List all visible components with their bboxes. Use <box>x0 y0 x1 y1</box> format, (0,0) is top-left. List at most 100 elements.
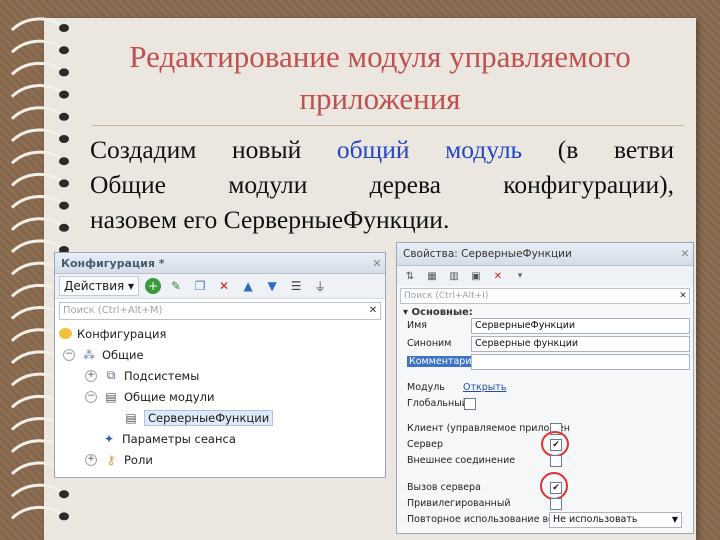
spiral-ring <box>10 195 63 209</box>
prop-label: Вызов сервера <box>407 481 481 493</box>
text-line: назовем его СерверныеФункции. <box>90 205 450 234</box>
actions-label: Действия <box>64 279 125 293</box>
sort-icon[interactable]: ☰ <box>287 277 305 295</box>
text-word: модули <box>228 170 308 199</box>
delete-icon[interactable]: ✕ <box>489 267 507 285</box>
collapse-icon[interactable]: − <box>85 390 97 403</box>
name-field[interactable]: СерверныеФункции <box>471 318 690 334</box>
copy-icon[interactable]: ❐ <box>191 277 209 295</box>
synonym-field[interactable]: Серверные функции <box>471 336 690 352</box>
tree-node-session-params[interactable]: ✦ Параметры сеанса <box>55 428 385 449</box>
move-up-icon[interactable]: ▲ <box>239 277 257 295</box>
tree-node-common-modules[interactable]: − ▤ Общие модули <box>55 386 385 407</box>
tree-node-configuration[interactable]: Конфигурация <box>55 323 385 344</box>
prop-label: Синоним <box>407 337 452 349</box>
open-module-link[interactable]: Открыть <box>463 382 506 393</box>
spiral-ring <box>10 150 63 165</box>
prop-label: Имя <box>407 319 427 331</box>
actions-menu-button[interactable]: Действия ▾ <box>59 276 140 296</box>
prop-row-synonym: Синоним <box>407 335 477 351</box>
move-down-icon[interactable]: ▼ <box>263 277 281 295</box>
reuse-select-value: Не использовать <box>553 514 638 525</box>
prop-row-server-call: Вызов сервера <box>407 479 481 495</box>
tree-node-label: Подсистемы <box>124 368 200 383</box>
prop-row-module: Модуль Открыть <box>407 379 506 395</box>
text-word: конфигурации), <box>503 170 674 199</box>
tree-node-label: СерверныеФункции <box>144 409 274 426</box>
reuse-select[interactable]: Не использовать ▼ <box>549 512 682 528</box>
common-icon: ⁂ <box>83 347 95 362</box>
collapse-icon[interactable]: ▾ <box>511 267 529 285</box>
config-search-input[interactable]: Поиск (Ctrl+Alt+M) ✕ <box>59 302 381 320</box>
roles-icon: ⚷ <box>106 452 116 467</box>
module-icon: ▤ <box>105 389 117 404</box>
edit-icon[interactable]: ✎ <box>167 277 185 295</box>
text-word: Общие <box>90 170 166 199</box>
prop-label: Сервер <box>407 438 443 450</box>
spiral-ring <box>10 61 63 76</box>
title-divider <box>92 125 684 126</box>
text-highlight: модуль <box>445 135 523 164</box>
comment-field[interactable] <box>471 354 690 370</box>
prop-label: Модуль <box>407 381 445 393</box>
config-toolbar: Действия ▾ + ✎ ❐ ✕ ▲ ▼ ☰ ⏚ <box>55 274 385 299</box>
tree-node-label: Роли <box>124 452 153 467</box>
tree-node-server-functions[interactable]: ▤ СерверныеФункции <box>55 407 385 428</box>
prop-label: Комментарий <box>407 355 481 367</box>
binding-hole <box>59 24 69 32</box>
spiral-ring <box>10 39 63 54</box>
prop-label: Привилегированный <box>407 497 511 509</box>
session-params-icon: ✦ <box>103 431 115 446</box>
module-icon: ▤ <box>125 410 137 425</box>
tree-node-roles[interactable]: + ⚷ Роли <box>55 449 385 470</box>
prop-row-global: Глобальный <box>407 395 468 411</box>
spiral-ring <box>10 128 63 143</box>
tree-node-common[interactable]: − ⁂ Общие <box>55 344 385 365</box>
configuration-icon <box>59 328 72 339</box>
clear-search-icon[interactable]: ✕ <box>677 289 689 303</box>
config-search-placeholder: Поиск (Ctrl+Alt+M) <box>63 305 163 316</box>
privileged-checkbox[interactable] <box>550 498 562 510</box>
configuration-window: Конфигурация * ✕ Действия ▾ + ✎ ❐ ✕ ▲ ▼ … <box>54 252 386 478</box>
external-connection-checkbox[interactable] <box>550 455 562 467</box>
global-checkbox[interactable] <box>464 398 476 410</box>
clear-search-icon[interactable]: ✕ <box>366 303 380 319</box>
props-toolbar: ⇅ ▦ ▥ ▣ ✕ ▾ <box>397 266 693 286</box>
spiral-ring <box>10 106 63 120</box>
chevron-down-icon[interactable]: ▼ <box>669 513 681 527</box>
tree-node-label: Параметры сеанса <box>122 431 236 446</box>
slide-title: Редактирование модуля управляемого прило… <box>129 39 631 116</box>
expand-icon[interactable]: + <box>85 369 97 382</box>
binding-hole <box>59 490 69 499</box>
categories-icon[interactable]: ▦ <box>423 267 441 285</box>
sheet-icon[interactable]: ▣ <box>467 267 485 285</box>
tree-node-label: Общие модули <box>124 389 215 404</box>
text-word: ветви <box>613 135 674 164</box>
close-icon[interactable]: ✕ <box>369 257 385 270</box>
binding-hole <box>59 135 69 143</box>
spiral-ring <box>10 217 63 231</box>
prop-label: Повторное использование возв <box>407 513 565 525</box>
spiral-ring <box>10 505 63 520</box>
prop-label: Глобальный <box>407 397 468 409</box>
sort-alpha-icon[interactable]: ⇅ <box>401 267 419 285</box>
prop-label: Внешнее соединение <box>407 454 516 466</box>
prop-label: Клиент (управляемое приложен <box>407 422 570 434</box>
prop-row-reuse: Повторное использование возв <box>407 511 565 527</box>
add-icon[interactable]: + <box>145 278 162 294</box>
filter-icon[interactable]: ⏚ <box>311 277 329 295</box>
grid-icon[interactable]: ▥ <box>445 267 463 285</box>
expand-icon[interactable]: + <box>85 453 97 466</box>
annotation-circle <box>541 431 569 457</box>
delete-icon[interactable]: ✕ <box>215 277 233 295</box>
config-tree: Конфигурация − ⁂ Общие + ⧉ Подсистемы − … <box>55 323 385 470</box>
properties-window: Свойства: СерверныеФункции ✕ ⇅ ▦ ▥ ▣ ✕ ▾… <box>396 242 694 534</box>
text-word: дерева <box>369 170 441 199</box>
prop-row-external: Внешнее соединение <box>407 452 515 468</box>
props-search-input[interactable]: Поиск (Ctrl+Alt+I) ✕ <box>400 288 690 304</box>
collapse-icon[interactable]: − <box>63 348 75 361</box>
text-highlight: общий <box>336 135 410 164</box>
tree-node-subsystems[interactable]: + ⧉ Подсистемы <box>55 365 385 386</box>
tree-node-label: Конфигурация <box>77 326 167 341</box>
close-icon[interactable]: ✕ <box>677 248 693 260</box>
